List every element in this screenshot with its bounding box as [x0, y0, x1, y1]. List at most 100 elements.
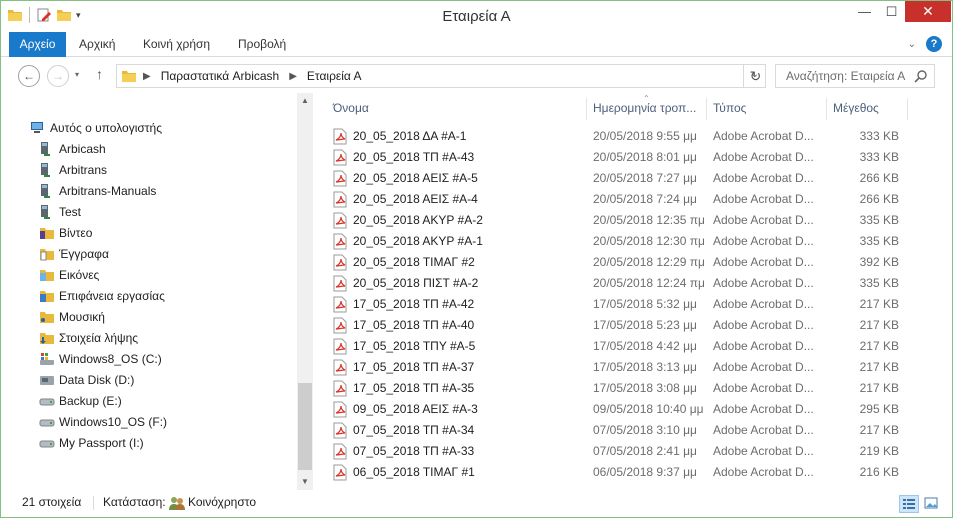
- expand-ribbon-icon[interactable]: ⌄: [908, 39, 916, 50]
- scrollbar-thumb[interactable]: [298, 383, 312, 470]
- column-date-modified[interactable]: Ημερομηνία τροπ...: [587, 96, 705, 120]
- refresh-button[interactable]: ↻: [743, 64, 767, 88]
- file-row[interactable]: 17_05_2018 ΤΠ #Α-35 17/05/2018 3:08 μμ Ado…: [329, 378, 909, 399]
- large-icons-view-icon: [924, 497, 938, 509]
- details-view-button[interactable]: [899, 495, 919, 513]
- file-row[interactable]: 20_05_2018 ΤΙΜΑΓ #2 20/05/2018 12:29 πμ Ad…: [329, 252, 909, 273]
- column-divider[interactable]: [907, 98, 908, 120]
- tree-item[interactable]: Windows8_OS (C:): [39, 348, 162, 369]
- file-type: Adobe Acrobat D...: [713, 381, 814, 395]
- scroll-down-icon[interactable]: ▼: [297, 474, 313, 490]
- network-drive-icon: [39, 204, 55, 220]
- videos-folder-icon: [39, 225, 55, 241]
- chevron-right-icon[interactable]: ▶: [289, 71, 297, 82]
- tab-share[interactable]: Κοινή χρήση: [133, 32, 220, 57]
- file-date-modified: 20/05/2018 7:27 μμ: [593, 171, 697, 185]
- tree-item[interactable]: Arbicash: [39, 138, 106, 159]
- removable-drive-icon: [39, 393, 55, 409]
- tree-item[interactable]: Data Disk (D:): [39, 369, 134, 390]
- file-row[interactable]: 20_05_2018 ΠΙΣΤ #Α-2 20/05/2018 12:24 πμ A…: [329, 273, 909, 294]
- tree-item[interactable]: My Passport (I:): [39, 432, 144, 453]
- file-size: 217 KB: [859, 339, 899, 353]
- file-row[interactable]: 17_05_2018 ΤΠ #Α-42 17/05/2018 5:32 μμ Ado…: [329, 294, 909, 315]
- file-size: 266 KB: [859, 192, 899, 206]
- refresh-icon: ↻: [749, 67, 762, 84]
- tab-home[interactable]: Αρχική: [69, 32, 125, 57]
- file-row[interactable]: 09_05_2018 ΑΕΙΣ #Α-3 09/05/2018 10:40 μμ A…: [329, 399, 909, 420]
- file-name: 07_05_2018 ΤΠ #Α-34: [353, 423, 475, 437]
- file-row[interactable]: 20_05_2018 ΤΠ #Α-43 20/05/2018 8:01 μμ Ado…: [329, 147, 909, 168]
- file-row[interactable]: 20_05_2018 ΑΕΙΣ #Α-5 20/05/2018 7:27 μμ Ad…: [329, 168, 909, 189]
- address-bar[interactable]: ▶ Παραστατικά Arbicash ▶ Εταιρεία Α ⌄: [116, 64, 766, 88]
- file-size: 216 KB: [859, 465, 899, 479]
- file-row[interactable]: 17_05_2018 ΤΠΥ #Α-5 17/05/2018 4:42 μμ Ado…: [329, 336, 909, 357]
- tree-item[interactable]: Arbitrans: [39, 159, 107, 180]
- tree-item[interactable]: Έγγραφα: [39, 243, 109, 264]
- search-input[interactable]: Αναζήτηση: Εταιρεία Α: [775, 64, 935, 88]
- file-type: Adobe Acrobat D...: [713, 213, 814, 227]
- navigation-pane: Αυτός ο υπολογιστής Arbicash Arbitrans Arbi…: [1, 93, 313, 490]
- file-row[interactable]: 17_05_2018 ΤΠ #Α-40 17/05/2018 5:23 μμ Ado…: [329, 315, 909, 336]
- file-row[interactable]: 20_05_2018 ΑΕΙΣ #Α-4 20/05/2018 7:24 μμ Ad…: [329, 189, 909, 210]
- tree-item-label: Arbitrans-Manuals: [59, 183, 157, 198]
- pdf-file-icon: [333, 149, 347, 166]
- recent-locations-icon[interactable]: ▾: [75, 70, 79, 79]
- scroll-up-icon[interactable]: ▲: [297, 93, 313, 109]
- forward-button[interactable]: →: [47, 65, 69, 87]
- file-type: Adobe Acrobat D...: [713, 360, 814, 374]
- file-date-modified: 17/05/2018 3:08 μμ: [593, 381, 697, 395]
- maximize-button[interactable]: ☐: [878, 1, 905, 22]
- large-icons-view-button[interactable]: [922, 495, 942, 513]
- file-row[interactable]: 20_05_2018 ΑΚΥΡ #Α-2 20/05/2018 12:35 πμ A…: [329, 210, 909, 231]
- tree-item[interactable]: Επιφάνεια εργασίας: [39, 285, 165, 306]
- explorer-window: ▾ Εταιρεία Α — ☐ ✕ Αρχείο Αρχική Κοινή χ…: [0, 0, 953, 518]
- navigation-scrollbar[interactable]: ▲ ▼: [297, 93, 313, 490]
- tree-item-label: Arbitrans: [59, 162, 108, 177]
- minimize-button[interactable]: —: [851, 1, 878, 22]
- folder-icon: [122, 71, 136, 82]
- tree-item[interactable]: Arbitrans-Manuals: [39, 180, 156, 201]
- tree-item[interactable]: Test: [39, 201, 81, 222]
- tree-item[interactable]: Στοιχεία λήψης: [39, 327, 138, 348]
- tab-view[interactable]: Προβολή: [228, 32, 296, 57]
- pdf-file-icon: [333, 233, 347, 250]
- help-button[interactable]: ?: [926, 36, 942, 52]
- file-name: 07_05_2018 ΤΠ #Α-33: [353, 444, 475, 458]
- file-name: 20_05_2018 ΠΙΣΤ #Α-2: [353, 276, 479, 290]
- file-row[interactable]: 07_05_2018 ΤΠ #Α-34 07/05/2018 3:10 μμ Ado…: [329, 420, 909, 441]
- pdf-file-icon: [333, 170, 347, 187]
- chevron-right-icon[interactable]: ▶: [143, 71, 151, 82]
- file-type: Adobe Acrobat D...: [713, 402, 814, 416]
- file-row[interactable]: 20_05_2018 ΔΑ #Α-1 20/05/2018 9:55 μμ Adob…: [329, 126, 909, 147]
- column-size[interactable]: Μέγεθος: [827, 96, 907, 120]
- column-type[interactable]: Τύπος: [707, 96, 825, 120]
- close-button[interactable]: ✕: [905, 1, 951, 22]
- tree-item-label: Βίντεο: [59, 225, 93, 240]
- up-button[interactable]: ↑: [96, 66, 103, 82]
- back-button[interactable]: ←: [18, 65, 40, 87]
- file-row[interactable]: 17_05_2018 ΤΠ #Α-37 17/05/2018 3:13 μμ Ado…: [329, 357, 909, 378]
- file-type: Adobe Acrobat D...: [713, 339, 814, 353]
- column-name[interactable]: Όνομα: [327, 96, 585, 120]
- tree-item[interactable]: Βίντεο: [39, 222, 92, 243]
- tree-item-label: Arbicash: [59, 141, 106, 156]
- network-drive-icon: [39, 162, 55, 178]
- tree-item[interactable]: Αυτός ο υπολογιστής: [30, 117, 162, 138]
- file-size: 335 KB: [859, 234, 899, 248]
- file-date-modified: 06/05/2018 9:37 μμ: [593, 465, 697, 479]
- file-type: Adobe Acrobat D...: [713, 465, 814, 479]
- file-row[interactable]: 20_05_2018 ΑΚΥΡ #Α-1 20/05/2018 12:30 πμ A…: [329, 231, 909, 252]
- tree-item[interactable]: Μουσική: [39, 306, 105, 327]
- breadcrumb-parent[interactable]: Παραστατικά Arbicash: [161, 69, 280, 83]
- tree-item[interactable]: Windows10_OS (F:): [39, 411, 167, 432]
- breadcrumb-current[interactable]: Εταιρεία Α: [307, 69, 362, 83]
- tab-file[interactable]: Αρχείο: [9, 32, 66, 57]
- file-name: 17_05_2018 ΤΠ #Α-35: [353, 381, 475, 395]
- file-row[interactable]: 07_05_2018 ΤΠ #Α-33 07/05/2018 2:41 μμ Ado…: [329, 441, 909, 462]
- tree-item[interactable]: Εικόνες: [39, 264, 99, 285]
- tree-item-label: My Passport (I:): [59, 435, 144, 450]
- tree-item[interactable]: Backup (E:): [39, 390, 122, 411]
- file-row[interactable]: 06_05_2018 ΤΙΜΑΓ #1 06/05/2018 9:37 μμ Ado…: [329, 462, 909, 483]
- file-date-modified: 17/05/2018 5:23 μμ: [593, 318, 697, 332]
- file-size: 217 KB: [859, 423, 899, 437]
